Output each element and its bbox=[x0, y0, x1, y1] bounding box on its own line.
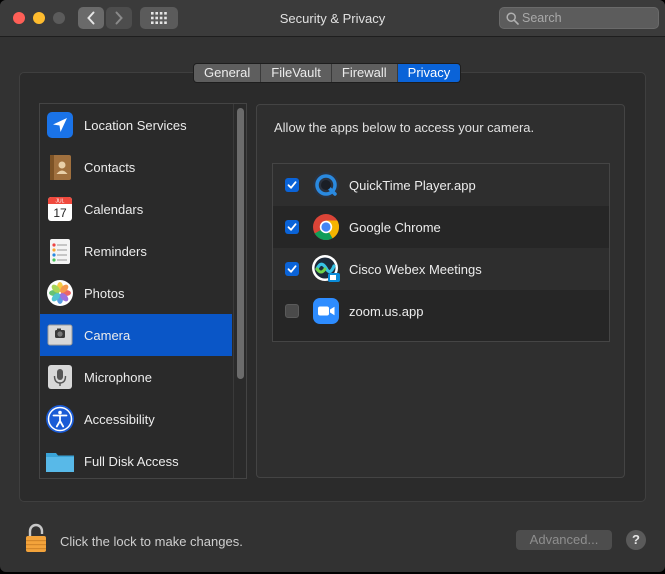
contacts-book-icon bbox=[50, 155, 71, 180]
search-field[interactable] bbox=[499, 7, 659, 29]
webex-icon bbox=[312, 255, 340, 282]
app-label: QuickTime Player.app bbox=[349, 177, 476, 193]
lock-status-text: Click the lock to make changes. bbox=[60, 534, 243, 549]
app-label: zoom.us.app bbox=[349, 303, 424, 319]
sidebar-item-camera[interactable]: Camera bbox=[40, 314, 232, 356]
app-checkbox-quicktime[interactable] bbox=[285, 178, 299, 192]
sidebar-item-label: Contacts bbox=[84, 159, 136, 175]
sidebar-item-label: Full Disk Access bbox=[84, 453, 179, 469]
sidebar-item-label: Location Services bbox=[84, 117, 187, 133]
chrome-icon bbox=[313, 214, 340, 241]
sidebar-item-label: Calendars bbox=[84, 201, 144, 217]
camera-app-list: QuickTime Player.app Google Chrome Cisco… bbox=[272, 163, 610, 342]
privacy-category-list: Location Services Contacts JUL 17 Calenda… bbox=[39, 103, 247, 479]
title-bar: Security & Privacy bbox=[0, 0, 665, 37]
help-button[interactable]: ? bbox=[626, 530, 646, 550]
tab-bar: General FileVault Firewall Privacy bbox=[193, 63, 462, 83]
camera-permissions-pane: Allow the apps below to access your came… bbox=[256, 104, 625, 478]
sidebar-item-label: Accessibility bbox=[84, 411, 155, 427]
sidebar-item-label: Microphone bbox=[84, 369, 152, 385]
sidebar-item-contacts[interactable]: Contacts bbox=[40, 146, 232, 188]
app-label: Cisco Webex Meetings bbox=[349, 261, 482, 277]
zoom-icon bbox=[313, 298, 339, 324]
app-row-quicktime[interactable]: QuickTime Player.app bbox=[273, 164, 609, 206]
camera-access-prompt: Allow the apps below to access your came… bbox=[274, 120, 535, 135]
sidebar-item-photos[interactable]: Photos bbox=[40, 272, 232, 314]
folder-icon bbox=[46, 453, 74, 472]
checkmark-icon bbox=[287, 181, 297, 189]
app-row-chrome[interactable]: Google Chrome bbox=[273, 206, 609, 248]
location-arrow-icon bbox=[47, 112, 73, 138]
sidebar-item-label: Reminders bbox=[84, 243, 147, 259]
sidebar-item-accessibility[interactable]: Accessibility bbox=[40, 398, 232, 440]
sidebar-item-label: Photos bbox=[84, 285, 125, 301]
app-checkbox-chrome[interactable] bbox=[285, 220, 299, 234]
calendar-icon: JUL17 bbox=[48, 197, 72, 221]
scrollbar-thumb[interactable] bbox=[237, 108, 244, 379]
advanced-button[interactable]: Advanced... bbox=[516, 530, 612, 550]
microphone-icon bbox=[48, 365, 72, 389]
tab-firewall[interactable]: Firewall bbox=[331, 64, 398, 82]
checkmark-icon bbox=[287, 265, 297, 273]
sidebar-item-reminders[interactable]: Reminders bbox=[40, 230, 232, 272]
tab-general[interactable]: General bbox=[194, 64, 262, 82]
lock-icon[interactable] bbox=[24, 523, 48, 553]
calendar-day-text: 17 bbox=[53, 206, 67, 220]
camera-icon bbox=[47, 324, 73, 346]
sidebar-item-full-disk-access[interactable]: Full Disk Access bbox=[40, 440, 232, 478]
quicktime-icon bbox=[313, 172, 339, 198]
search-input[interactable] bbox=[522, 10, 654, 26]
search-icon bbox=[506, 12, 519, 25]
accessibility-icon bbox=[46, 405, 74, 433]
calendar-month-text: JUL bbox=[56, 199, 65, 205]
tab-filevault[interactable]: FileVault bbox=[261, 64, 332, 82]
sidebar-item-calendars[interactable]: JUL 17 Calendars bbox=[40, 188, 232, 230]
sidebar-item-microphone[interactable]: Microphone bbox=[40, 356, 232, 398]
app-row-webex[interactable]: Cisco Webex Meetings bbox=[273, 248, 609, 290]
sidebar-item-label: Camera bbox=[84, 327, 131, 343]
reminders-list-icon bbox=[50, 239, 70, 264]
photos-flower-icon bbox=[47, 280, 73, 306]
security-privacy-window: Security & Privacy General FileVault Fir… bbox=[0, 0, 665, 572]
app-row-zoom[interactable]: zoom.us.app bbox=[273, 290, 609, 332]
tab-privacy[interactable]: Privacy bbox=[397, 64, 461, 82]
footer-bar: Click the lock to make changes. Advanced… bbox=[0, 510, 665, 572]
sidebar-scrollbar[interactable] bbox=[233, 104, 246, 478]
app-checkbox-webex[interactable] bbox=[285, 262, 299, 276]
app-label: Google Chrome bbox=[349, 219, 441, 235]
app-checkbox-zoom[interactable] bbox=[285, 304, 299, 318]
sidebar-item-location-services[interactable]: Location Services bbox=[40, 104, 232, 146]
checkmark-icon bbox=[287, 223, 297, 231]
